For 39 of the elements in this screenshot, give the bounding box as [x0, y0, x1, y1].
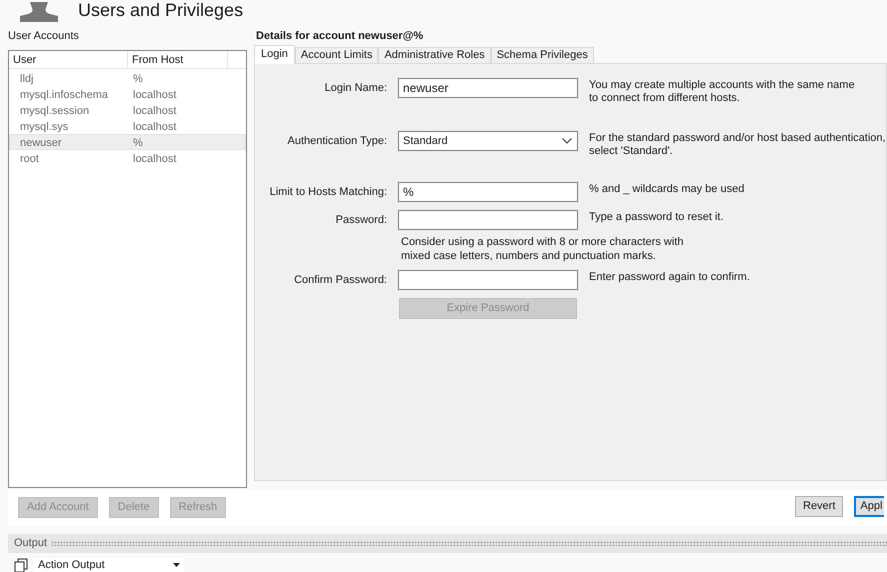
account-row[interactable]: mysql.sys localhost — [9, 118, 246, 134]
section-label: User Accounts — [8, 29, 80, 44]
account-row[interactable]: mysql.infoschema localhost — [9, 86, 246, 102]
input-field[interactable] — [398, 210, 578, 230]
account-row[interactable]: mysql.session localhost — [9, 102, 246, 118]
field-label: Password: — [336, 214, 387, 226]
column-header[interactable]: From Host — [128, 51, 228, 68]
caret-icon — [173, 563, 180, 567]
password-advice: Consider using a password with 8 or more characters with mixed case letters, numbers and punctuation marks. — [400, 235, 684, 263]
output-title: Output — [14, 536, 48, 552]
field-hint: Type a password to reset it. — [589, 210, 724, 224]
footer-button[interactable]: Revert — [795, 496, 844, 517]
copy-icon[interactable] — [14, 558, 28, 572]
tab[interactable]: Account Limits — [294, 47, 378, 64]
output-selector[interactable]: Action Output — [34, 558, 184, 572]
account-row[interactable]: root localhost — [9, 150, 246, 166]
chevron-icon — [562, 138, 572, 144]
field-label: Authentication Type: — [288, 135, 387, 147]
field-hint: For the standard password and/or host based authentication, select 'Standard'. — [589, 131, 886, 158]
account-row[interactable]: newuser % — [9, 134, 246, 150]
field-hint: You may create multiple accounts with the same name to connect from different hosts. — [589, 78, 855, 105]
input-field[interactable]: newuser — [398, 78, 578, 98]
field-label: Confirm Password: — [294, 274, 387, 286]
input-field[interactable]: % — [398, 182, 578, 202]
details-title: Details for account newuser@% — [256, 29, 424, 44]
tab[interactable]: Login — [254, 45, 295, 64]
field-label: Limit to Hosts Matching: — [270, 186, 387, 198]
input-field[interactable] — [398, 270, 578, 290]
dropdown[interactable]: Standard — [398, 131, 578, 151]
user-silhouette-icon — [20, 2, 58, 22]
tab[interactable]: Schema Privileges — [490, 47, 594, 64]
footer-button[interactable]: Appl — [854, 496, 884, 517]
account-row[interactable]: lldj % — [9, 70, 246, 86]
page-title: Users and Privileges — [78, 0, 244, 22]
tab[interactable]: Administrative Roles — [378, 47, 491, 64]
column-header[interactable]: User — [9, 51, 128, 68]
field-hint: Enter password again to confirm. — [589, 270, 750, 284]
field-label: Login Name: — [324, 82, 387, 94]
field-hint: % and _ wildcards may be used — [589, 182, 744, 196]
